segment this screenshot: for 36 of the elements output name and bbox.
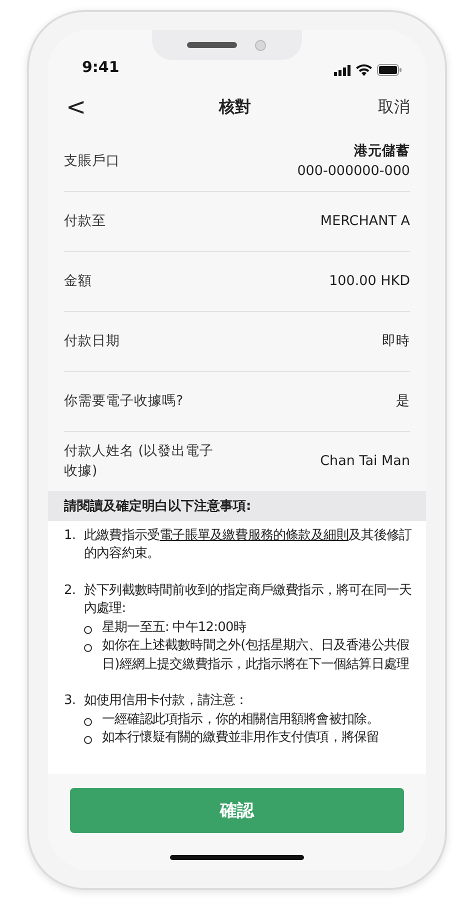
notice-text: 此繳費指示受電子賬單及繳費服務的條款及細則及其後修訂的內容約束。 — [84, 527, 413, 564]
field-label: 支賬戶口 — [64, 152, 120, 171]
notice-heading: 請閱讀及確定明白以下注意事項: — [48, 491, 426, 521]
field-value: 100.00 HKD — [329, 272, 410, 291]
field-label: 付款至 — [64, 212, 106, 231]
bullet-text: 星期一至五: 中午12:00時 — [102, 618, 246, 637]
field-label: 付款人姓名 (以發出電子收據) — [64, 442, 214, 480]
bullet-icon — [84, 736, 92, 744]
signal-icon — [334, 64, 351, 76]
bullet-icon — [84, 644, 92, 652]
field-value: MERCHANT A — [320, 212, 410, 231]
notice-text: 於下列截數時間前收到的指定商戶繳費指示，將可在同一天內處理: — [84, 582, 413, 618]
notice-text: 如使用信用卡付款，請注意： — [84, 692, 249, 710]
bullet-text: 如你在上述截數時間之外(包括星期六、日及香港公共假日)經網上提交繳費指示，此指示將在下一個結算日處理 — [102, 637, 410, 674]
field-value: 000-000000-000 — [297, 162, 410, 180]
page-title: 核對 — [219, 96, 252, 118]
field-label: 你需要電子收據嗎? — [64, 392, 184, 411]
field-label: 金額 — [64, 272, 92, 291]
item-number: 3. — [64, 692, 77, 710]
bullet-text: 如本行懷疑有關的繳費並非用作支付債項，將保留 — [102, 729, 380, 748]
bullet-icon — [84, 626, 92, 634]
field-value: Chan Tai Man — [320, 452, 410, 471]
bullet-text: 一經確認此項指示，你的相關信用額將會被扣除。 — [102, 710, 380, 729]
field-value: 即時 — [382, 332, 410, 351]
terms-link[interactable]: 電子賬單及繳費服務的條款及細則 — [160, 528, 349, 543]
back-button[interactable]: < — [60, 93, 92, 121]
wifi-icon — [356, 64, 372, 76]
item-number: 1. — [64, 527, 77, 545]
cancel-button[interactable]: 取消 — [378, 96, 410, 118]
field-value: 是 — [396, 392, 410, 411]
status-time: 9:41 — [82, 58, 120, 76]
field-value: 港元儲蓄 — [354, 142, 410, 161]
item-number: 2. — [64, 582, 77, 600]
field-label: 付款日期 — [64, 332, 120, 351]
battery-icon — [377, 64, 402, 76]
bullet-icon — [84, 718, 92, 726]
